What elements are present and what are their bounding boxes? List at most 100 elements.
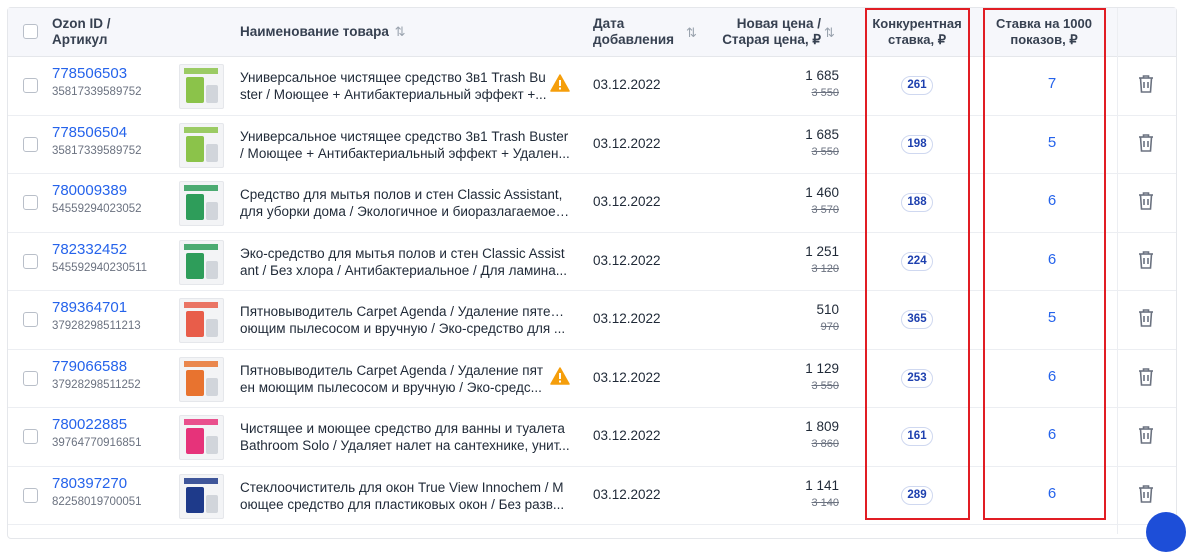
product-name[interactable]: Эко-средство для мытья полов и стен Clas… [240,245,570,279]
new-price: 510 [816,302,839,317]
product-name[interactable]: Универсальное чистящее средство 3в1 Tras… [240,69,570,103]
header-price[interactable]: Новая цена / Старая цена, ₽ [714,16,821,48]
row-checkbox[interactable] [23,195,38,210]
date-added: 03.12.2022 [593,194,661,209]
trash-icon[interactable] [1137,425,1155,450]
ozon-id-link[interactable]: 782332452 [52,241,127,258]
warning-triangle-icon[interactable] [550,74,570,97]
product-thumbnail[interactable] [179,122,224,168]
product-thumbnail[interactable] [179,356,224,402]
ozon-id-link[interactable]: 789364701 [52,299,127,316]
product-thumbnail[interactable] [179,239,224,285]
product-name-line1: Стеклоочиститель для окон True View Inno… [240,479,564,495]
product-name-line1: Эко-средство для мытья полов и стен Clas… [240,245,565,261]
trash-icon[interactable] [1137,191,1155,216]
date-added: 03.12.2022 [593,369,661,385]
trash-icon[interactable] [1137,484,1155,509]
old-price: 3 140 [811,496,839,509]
new-price: 1 809 [805,419,839,434]
date-added: 03.12.2022 [593,77,661,92]
new-price: 1 129 [805,360,839,376]
product-name-line2: для уборки дома / Экологичное и биоразла… [240,204,570,219]
sku-text: 35817339589752 [52,86,142,98]
header-article-label: Артикул [52,32,108,47]
date-added: 03.12.2022 [593,252,661,268]
header-date[interactable]: Дата добавления [593,16,674,48]
ozon-id-link[interactable]: 778506503 [52,65,127,82]
header-price-label-1: Новая цена / [736,16,821,31]
ozon-id-link[interactable]: 780022885 [52,416,127,433]
ozon-id-link[interactable]: 780009389 [52,182,127,199]
product-name-line2: Bathroom Solo / Удаляет налет на сантехн… [240,438,570,453]
row-checkbox[interactable] [23,370,38,386]
old-price: 3 120 [811,262,839,275]
date-added: 03.12.2022 [593,311,661,326]
row-checkbox[interactable] [23,253,38,269]
sort-arrows-icon[interactable]: ⇅ [824,25,835,41]
row-checkbox[interactable] [23,487,38,503]
old-price: 3 550 [811,145,839,158]
trash-icon[interactable] [1137,367,1155,392]
sku-text: 37928298511252 [52,378,141,391]
product-name[interactable]: Пятновыводитель Carpet Agenda / Удаление… [240,303,570,337]
new-price: 1 141 [805,477,839,493]
product-name-line1: Чистящее и моющее средство для ванны и т… [240,421,565,436]
header-price-label-2: Старая цена, ₽ [722,32,821,47]
header-product-name-label: Наименование товара [240,24,389,39]
new-price: 1 251 [805,243,839,259]
old-price: 3 570 [811,204,839,216]
product-name[interactable]: Универсальное чистящее средство 3в1 Tras… [240,128,570,162]
new-price: 1 460 [805,185,839,200]
sku-text: 35817339589752 [52,144,142,157]
product-name-line2: ен моющим пылесосом и вручную / Эко-сред… [240,379,542,395]
product-thumbnail[interactable] [179,298,224,343]
product-thumbnail[interactable] [179,473,224,519]
sort-arrows-icon[interactable]: ⇅ [395,24,406,39]
header-product-name[interactable]: Наименование товара ⇅ [240,24,406,40]
product-name-line2: оющее средство для пластиковых окон / Бе… [240,496,565,512]
trash-icon[interactable] [1137,74,1155,99]
row-checkbox[interactable] [23,78,38,93]
product-name[interactable]: Средство для мытья полов и стен Classic … [240,186,570,220]
old-price: 970 [820,321,839,333]
row-checkbox[interactable] [23,429,38,444]
ozon-id-link[interactable]: 779066588 [52,358,127,375]
header-date-label-1: Дата [593,16,625,31]
old-price: 3 860 [811,438,839,450]
date-added: 03.12.2022 [593,135,661,151]
product-name-line1: Универсальное чистящее средство 3в1 Tras… [240,128,569,144]
ozon-id-link[interactable]: 780397270 [52,475,127,492]
sku-text: 54559294023052 [52,203,142,215]
product-name-line2: ster / Моющее + Антибактериальный эффект… [240,87,547,102]
product-name-line1: Универсальное чистящее средство 3в1 Tras… [240,70,546,85]
product-name-line2: / Моющее + Антибактериальный эффект + Уд… [240,145,570,161]
sku-text: 37928298511213 [52,320,141,332]
warning-triangle-icon[interactable] [550,366,570,390]
sort-arrows-icon[interactable]: ⇅ [686,25,697,41]
product-thumbnail[interactable] [179,415,224,460]
date-added: 03.12.2022 [593,486,661,502]
trash-icon[interactable] [1137,250,1155,275]
help-chat-button[interactable] [1146,512,1186,552]
select-all-checkbox[interactable] [23,24,38,39]
product-name-line1: Средство для мытья полов и стен Classic … [240,187,563,202]
product-name-line2: ant / Без хлора / Антибактериальное / Дл… [240,262,567,278]
sku-text: 39764770916851 [52,437,142,449]
trash-icon[interactable] [1137,133,1155,158]
header-ozon-id[interactable]: Ozon ID / Артикул [52,16,111,48]
highlight-bid-column [983,8,1106,520]
product-thumbnail[interactable] [179,64,224,109]
row-checkbox[interactable] [23,136,38,152]
product-thumbnail[interactable] [179,181,224,226]
ozon-id-link[interactable]: 778506504 [52,124,127,141]
header-date-label-2: добавления [593,32,675,47]
new-price: 1 685 [805,68,839,83]
product-name[interactable]: Стеклоочиститель для окон True View Inno… [240,479,570,513]
row-checkbox[interactable] [23,312,38,327]
date-added: 03.12.2022 [593,428,661,443]
product-name[interactable]: Пятновыводитель Carpet Agenda / Удаление… [240,362,570,396]
product-name[interactable]: Чистящее и моющее средство для ванны и т… [240,420,570,454]
new-price: 1 685 [805,126,839,142]
old-price: 3 550 [811,87,839,99]
trash-icon[interactable] [1137,308,1155,333]
